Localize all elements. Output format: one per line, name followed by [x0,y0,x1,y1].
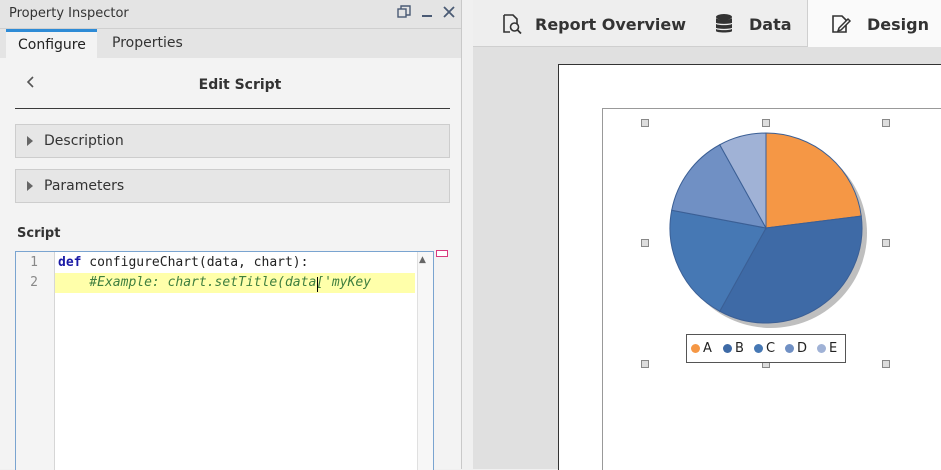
legend-swatch [817,344,826,353]
legend-label: C [766,341,776,356]
legend-swatch [723,344,732,353]
resize-handle[interactable] [882,360,890,368]
legend-item-b: B [723,341,744,356]
pie-slice-a [765,132,862,229]
legend-swatch [754,344,763,353]
resize-handle[interactable] [641,119,649,127]
legend-label: D [797,341,808,356]
legend-swatch [691,344,700,353]
resize-handle[interactable] [882,239,890,247]
legend-item-c: C [754,341,775,356]
resize-handle[interactable] [641,360,649,368]
legend-swatch [785,344,794,353]
legend-label: A [703,341,712,356]
legend-label: E [829,341,838,356]
resize-handle[interactable] [762,119,770,127]
legend-label: B [735,341,744,356]
legend-item-a: A [691,341,712,356]
pie-slices [669,132,863,324]
legend-item-d: D [785,341,807,356]
legend-item-e: E [817,341,837,356]
chart-legend: A B C D E [686,334,846,363]
resize-handle[interactable] [882,119,890,127]
resize-handle[interactable] [641,239,649,247]
pie-chart-svg [669,132,867,328]
